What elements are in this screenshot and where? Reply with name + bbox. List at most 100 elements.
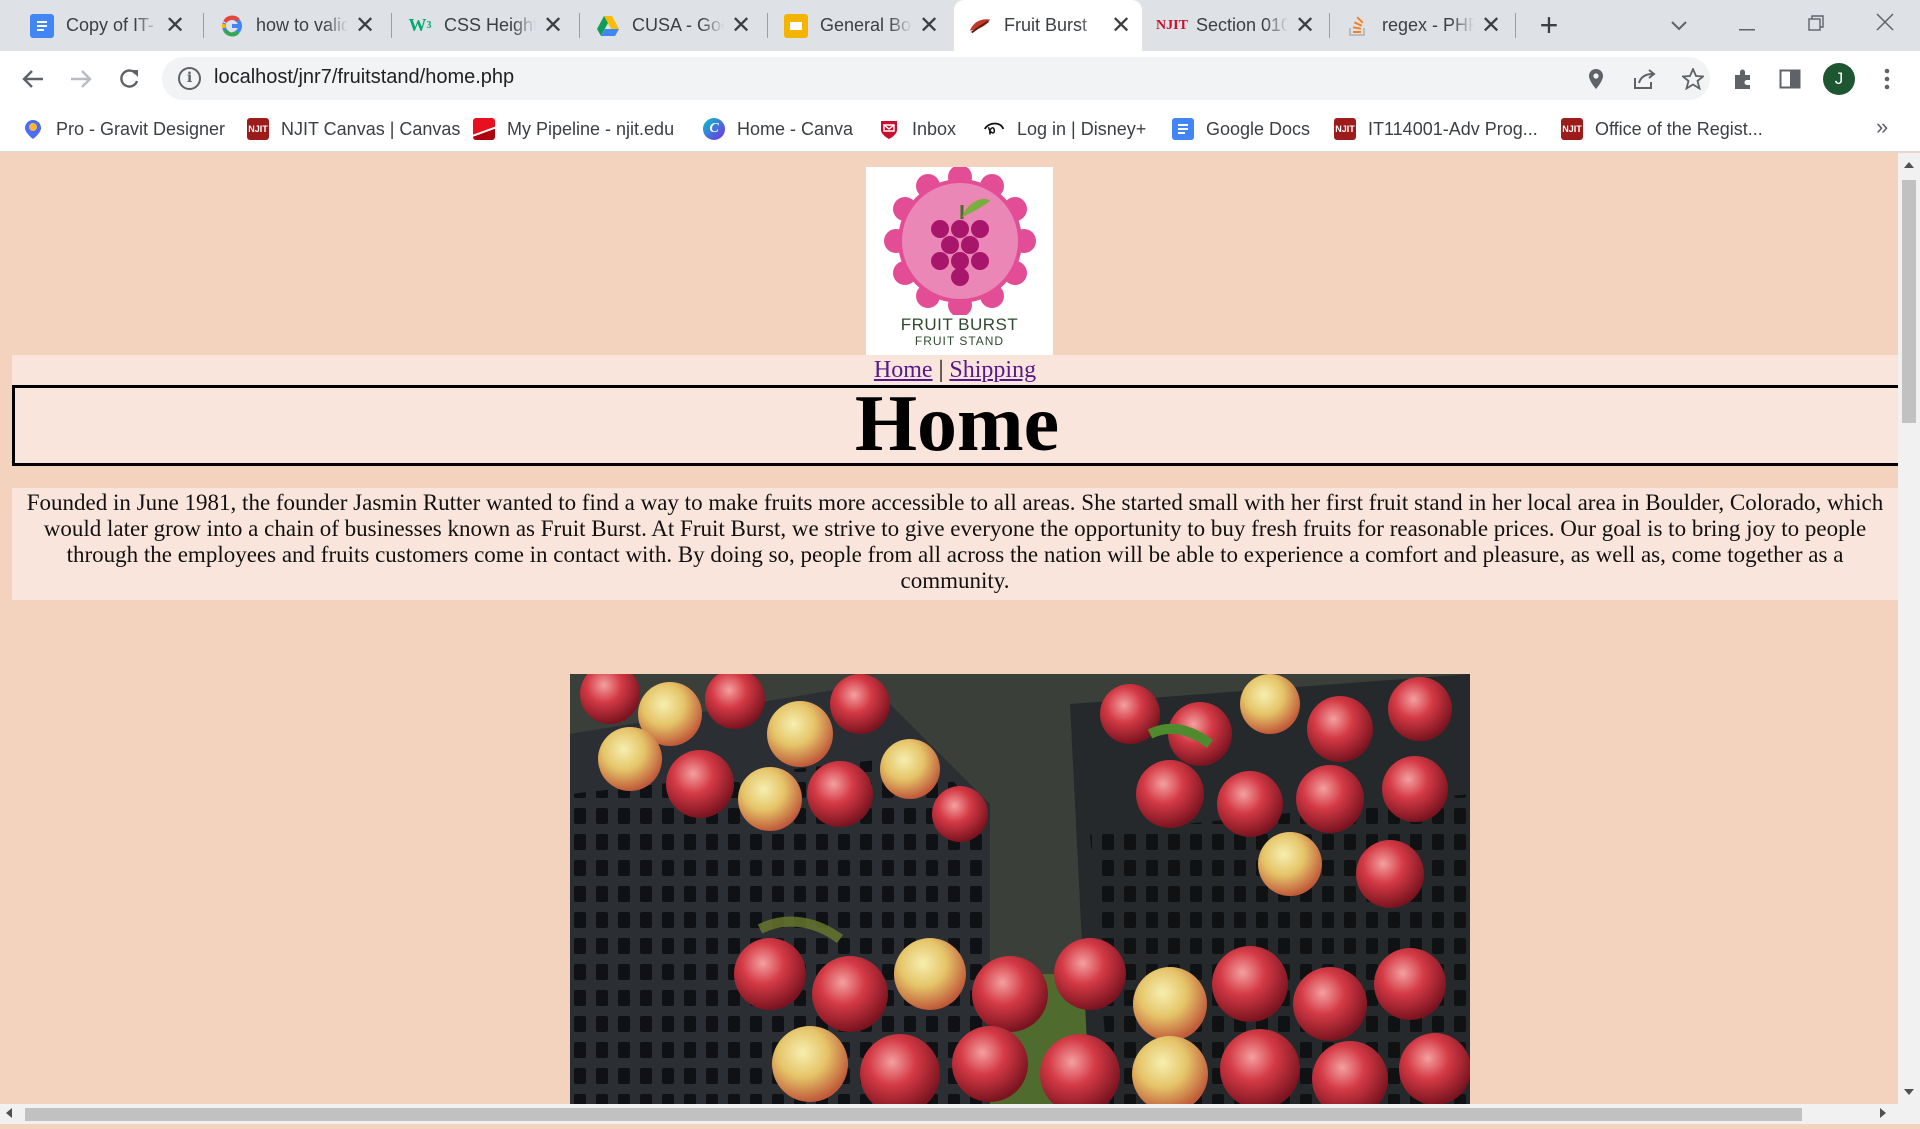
bookmarks-bar: Pro - Gravit Designer NJIT NJIT Canvas |… bbox=[0, 106, 1920, 152]
fruit-burst-icon bbox=[968, 14, 992, 38]
tab-title: Section 010 bbox=[1196, 15, 1288, 35]
tab-section-010[interactable]: NJIT Section 010 ✕ bbox=[1146, 0, 1326, 51]
bookmark-label: Inbox bbox=[912, 118, 957, 139]
bookmark-label: Home - Canva bbox=[737, 118, 854, 139]
mail-icon bbox=[878, 118, 900, 140]
pipeline-icon bbox=[473, 118, 495, 140]
logo-subtitle: FRUIT STAND bbox=[914, 334, 1005, 348]
close-icon[interactable]: ✕ bbox=[1294, 13, 1316, 37]
bookmark-it114[interactable]: NJIT IT114001-Adv Prog... bbox=[1334, 114, 1538, 144]
side-panel-icon[interactable] bbox=[1771, 60, 1809, 98]
stack-overflow-icon bbox=[1346, 14, 1370, 38]
scroll-left-arrow-icon[interactable] bbox=[6, 1108, 12, 1121]
vertical-scroll-thumb[interactable] bbox=[1902, 180, 1916, 423]
tab-title: CSS Height, bbox=[444, 15, 536, 35]
tab-search-chevron-icon[interactable] bbox=[1659, 6, 1699, 42]
new-tab-button[interactable]: + bbox=[1532, 9, 1566, 43]
tab-separator bbox=[767, 13, 768, 38]
profile-avatar[interactable]: J bbox=[1823, 63, 1855, 95]
google-docs-icon bbox=[30, 13, 54, 38]
tab-how-to-validate[interactable]: how to valid ✕ bbox=[206, 0, 386, 51]
canva-icon: C bbox=[703, 118, 725, 140]
disney-plus-icon bbox=[983, 118, 1005, 140]
scroll-down-arrow-icon[interactable] bbox=[1904, 1086, 1914, 1098]
location-pin-icon[interactable] bbox=[1581, 64, 1611, 94]
scroll-up-arrow-icon[interactable] bbox=[1904, 159, 1914, 171]
horizontal-scrollbar[interactable] bbox=[0, 1104, 1920, 1124]
close-icon[interactable]: ✕ bbox=[1480, 13, 1502, 37]
address-bar[interactable]: i localhost/jnr7/fruitstand/home.php bbox=[162, 57, 1710, 100]
bookmark-label: My Pipeline - njit.edu bbox=[507, 118, 675, 139]
tab-general-board[interactable]: General Boo ✕ bbox=[770, 0, 950, 51]
bookmark-my-pipeline[interactable]: My Pipeline - njit.edu bbox=[473, 114, 674, 144]
close-icon[interactable]: ✕ bbox=[1110, 13, 1132, 37]
tab-separator bbox=[391, 13, 392, 38]
tab-separator bbox=[1329, 13, 1330, 38]
intro-paragraph: Founded in June 1981, the founder Jasmin… bbox=[12, 488, 1898, 600]
bookmark-office-registrar[interactable]: NJIT Office of the Regist... bbox=[1561, 114, 1763, 144]
menu-kebab-icon[interactable] bbox=[1868, 60, 1906, 98]
njit-icon: NJIT bbox=[1561, 118, 1583, 140]
share-icon[interactable] bbox=[1630, 64, 1660, 94]
tab-title: General Boo bbox=[820, 15, 912, 35]
vertical-scrollbar[interactable] bbox=[1898, 153, 1920, 1104]
bookmarks-overflow-button[interactable]: » bbox=[1876, 114, 1888, 140]
horizontal-scroll-thumb[interactable] bbox=[25, 1108, 1802, 1121]
bookmark-njit-canvas[interactable]: NJIT NJIT Canvas | Canvas bbox=[247, 114, 460, 144]
bookmark-inbox[interactable]: Inbox bbox=[878, 114, 956, 144]
google-icon bbox=[220, 14, 244, 38]
njit-icon: NJIT bbox=[1156, 17, 1188, 33]
bookmark-label: Log in | Disney+ bbox=[1017, 118, 1147, 139]
extensions-puzzle-icon[interactable] bbox=[1724, 60, 1762, 98]
google-docs-icon bbox=[1172, 118, 1194, 140]
page-heading-box: Home bbox=[12, 380, 1898, 468]
bookmark-disney-plus[interactable]: Log in | Disney+ bbox=[983, 114, 1146, 144]
gravit-icon bbox=[22, 118, 44, 140]
back-button[interactable] bbox=[14, 60, 52, 98]
browser-toolbar: i localhost/jnr7/fruitstand/home.php J bbox=[0, 51, 1920, 106]
njit-icon: NJIT bbox=[1334, 118, 1356, 140]
tab-copy-of-it[interactable]: Copy of IT- ✕ bbox=[16, 0, 196, 51]
restore-button[interactable] bbox=[1796, 6, 1836, 42]
tab-separator bbox=[1515, 13, 1516, 38]
minimize-button[interactable] bbox=[1727, 6, 1767, 42]
close-icon[interactable]: ✕ bbox=[730, 13, 752, 37]
scroll-right-arrow-icon[interactable] bbox=[1880, 1108, 1886, 1121]
bookmark-star-icon[interactable] bbox=[1678, 64, 1708, 94]
tab-title: CUSA - Goo bbox=[632, 15, 724, 35]
url-text[interactable]: localhost/jnr7/fruitstand/home.php bbox=[214, 66, 514, 89]
close-icon[interactable]: ✕ bbox=[542, 13, 564, 37]
close-icon[interactable]: ✕ bbox=[918, 13, 940, 37]
njit-icon: NJIT bbox=[247, 118, 269, 140]
tab-strip: Copy of IT- ✕ how to valid ✕ W3 CSS Heig… bbox=[0, 0, 1920, 51]
bookmark-label: IT114001-Adv Prog... bbox=[1368, 118, 1538, 139]
tab-separator bbox=[579, 13, 580, 38]
close-icon[interactable]: ✕ bbox=[354, 13, 376, 37]
w3schools-icon: W3 bbox=[408, 15, 432, 35]
google-drive-icon bbox=[596, 14, 620, 38]
forward-button[interactable] bbox=[62, 60, 100, 98]
reload-button[interactable] bbox=[110, 60, 148, 98]
tab-title: Copy of IT- bbox=[66, 15, 155, 35]
bookmark-gravit[interactable]: Pro - Gravit Designer bbox=[22, 114, 225, 144]
bookmark-label: Google Docs bbox=[1206, 118, 1311, 139]
fruit-burst-logo[interactable]: FRUIT BURST FRUIT STAND bbox=[866, 165, 1053, 355]
site-info-icon[interactable]: i bbox=[178, 67, 201, 90]
bookmark-label: NJIT Canvas | Canvas bbox=[281, 118, 461, 139]
tab-css-height[interactable]: W3 CSS Height, ✕ bbox=[394, 0, 574, 51]
page-viewport: FRUIT BURST FRUIT STAND Home | Shipping … bbox=[0, 153, 1898, 1104]
tab-regex-php[interactable]: regex - PHP ✕ bbox=[1332, 0, 1512, 51]
page-title: Home bbox=[854, 380, 1060, 468]
bookmark-label: Pro - Gravit Designer bbox=[56, 118, 226, 139]
close-icon[interactable]: ✕ bbox=[164, 13, 186, 37]
bookmark-canva[interactable]: C Home - Canva bbox=[703, 114, 853, 144]
bookmark-google-docs[interactable]: Google Docs bbox=[1172, 114, 1310, 144]
close-window-button[interactable] bbox=[1865, 6, 1905, 42]
logo-title: FRUIT BURST bbox=[900, 315, 1019, 334]
apples-in-crates-photo bbox=[570, 674, 1470, 1104]
tab-title: how to valid bbox=[256, 15, 348, 35]
bookmark-label: Office of the Regist... bbox=[1595, 118, 1763, 139]
grape-logo-icon bbox=[884, 165, 1036, 317]
tab-fruit-burst[interactable]: Fruit Burst ✕ bbox=[954, 0, 1142, 51]
tab-cusa[interactable]: CUSA - Goo ✕ bbox=[582, 0, 762, 51]
